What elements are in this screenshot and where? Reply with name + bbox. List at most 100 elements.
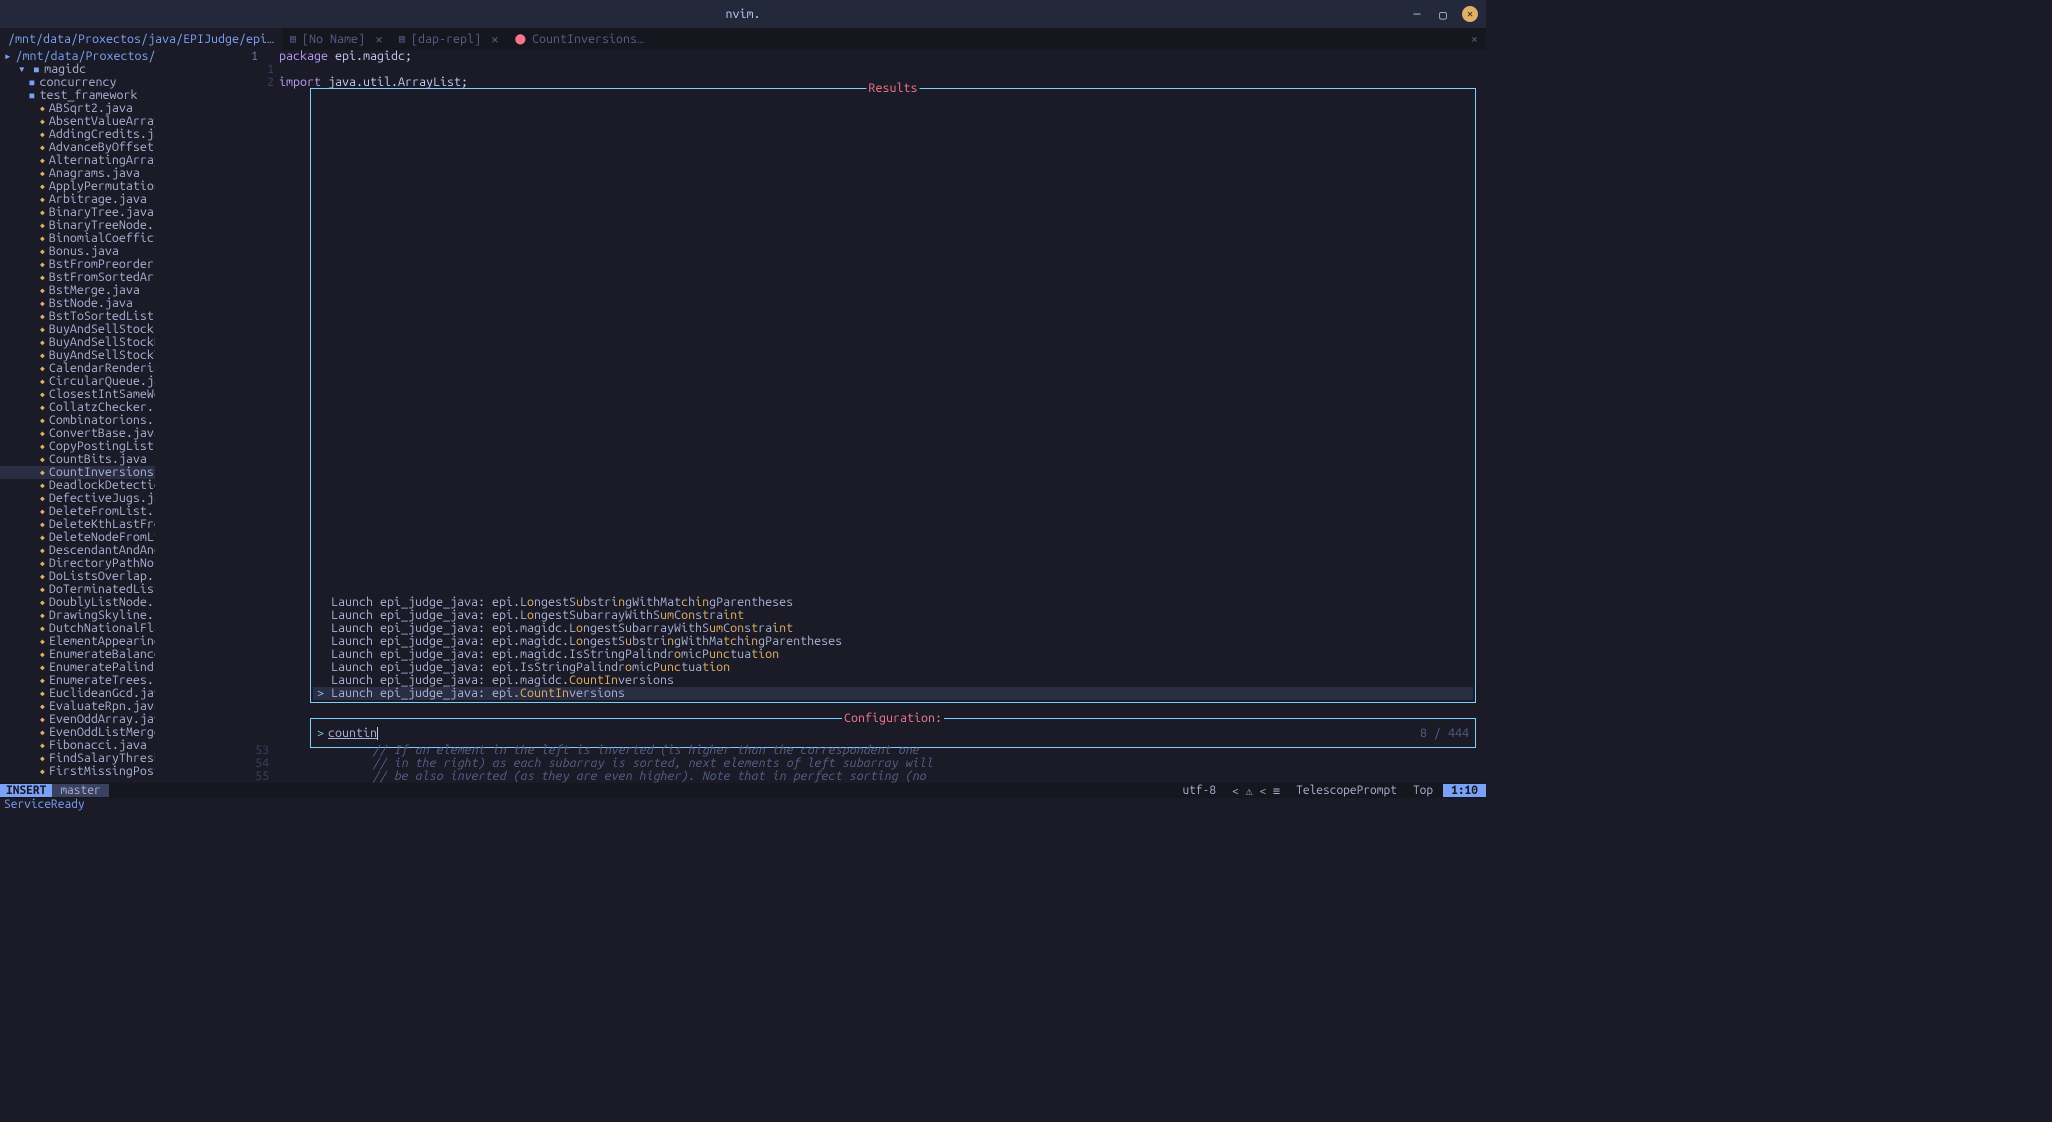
file-name: Arbitrage.java [49,193,147,206]
tree-file[interactable]: ◆BstToSortedList.ja [0,310,155,323]
tree-file[interactable]: ◆FindSalaryThreshold.java [0,752,155,765]
tab-noname[interactable]: ▤ [No Name] × [282,28,391,50]
tab-overflow-close[interactable]: × [1471,32,1486,46]
tree-file[interactable]: ◆DoListsOverlap.jav [0,570,155,583]
tree-file[interactable]: ◆EnumerateTrees.jav [0,674,155,687]
tree-file[interactable]: ◆BuyAndSellStockTwi [0,349,155,362]
tree-file[interactable]: ◆BstMerge.java [0,284,155,297]
telescope-results[interactable]: Results Launch epi_judge_java: epi.Longe… [310,88,1476,703]
result-item[interactable]: Launch epi_judge_java: epi.IsStringPalin… [313,661,1473,674]
tree-file[interactable]: ◆DoTerminatedListsO [0,583,155,596]
tree-file[interactable]: ◆BstFromSortedArray [0,271,155,284]
result-item[interactable]: Launch epi_judge_java: epi.magidc.Longes… [313,622,1473,635]
tree-file[interactable]: ◆DutchNationalFlag. [0,622,155,635]
java-file-icon: ◆ [40,570,45,583]
tree-file[interactable]: ◆BinaryTree.java [0,206,155,219]
tree-file[interactable]: ◆BuyAndSellStockKTi [0,336,155,349]
tree-file[interactable]: ◆ElementAppearingOn [0,635,155,648]
tree-file[interactable]: ◆CollatzChecker.jav [0,401,155,414]
tree-file[interactable]: ◆DefectiveJugs.java [0,492,155,505]
result-count: 8 / 444 [1420,726,1469,740]
tree-file[interactable]: ◆EvenOddArray.java [0,713,155,726]
result-item[interactable]: Launch epi_judge_java: epi.magidc.Longes… [313,635,1473,648]
close-icon[interactable]: ✕ [1462,6,1478,22]
result-item[interactable]: Launch epi_judge_java: epi.LongestSubstr… [313,596,1473,609]
tree-file[interactable]: ◆BstFromPreorder.ja [0,258,155,271]
file-name: EvenOddListMerge.j [49,726,155,739]
tab-active[interactable]: /mnt/data/Proxectos/java/EPIJudge/epi… [0,28,282,50]
tree-file[interactable]: ◆AlternatingArray.j [0,154,155,167]
tree-file[interactable]: ◆EuclideanGcd.java [0,687,155,700]
tree-file[interactable]: ◆AdvanceByOffsets.j [0,141,155,154]
code-line: package epi.magidc; [279,50,468,63]
tree-file[interactable]: ◆Anagrams.java [0,167,155,180]
file-name: BstFromPreorder.ja [49,258,155,271]
tree-file[interactable]: ◆Combinatorions.jav [0,414,155,427]
tree-folder[interactable]: ▪ concurrency [0,76,155,89]
tree-file[interactable]: ◆CircularQueue.java [0,375,155,388]
tree-file[interactable]: ◆ConvertBase.java [0,427,155,440]
java-file-icon: ◆ [40,700,45,713]
tab-countinv[interactable]: ⬤ CountInversions… [507,28,652,50]
prompt-input[interactable]: countin [328,726,377,740]
editor[interactable]: 1 1 2 package epi.magidc; import java.ut… [155,50,1486,783]
tree-folder[interactable]: ▾ ▪ magidc [0,63,155,76]
tree-file[interactable]: ◆DeleteNodeFromList [0,531,155,544]
tree-file[interactable]: ◆DirectoryPathNorma [0,557,155,570]
java-file-icon: ◆ [40,622,45,635]
tree-file[interactable]: ◆DeleteKthLastFromL [0,518,155,531]
java-icon: ⬤ [515,33,526,45]
close-icon[interactable]: × [375,31,383,47]
java-file-icon: ◆ [40,271,45,284]
tree-file[interactable]: ◆BinomialCoefficien [0,232,155,245]
tree-file[interactable]: ◆DrawingSkyline.jav [0,609,155,622]
result-item[interactable]: > Launch epi_judge_java: epi.CountInvers… [313,687,1473,700]
java-file-icon: ◆ [40,427,45,440]
file-name: BstNode.java [49,297,133,310]
tree-file[interactable]: ◆BstNode.java [0,297,155,310]
file-name: ApplyPermutation.j [49,180,155,193]
tree-file[interactable]: ◆Fibonacci.java [0,739,155,752]
file-name: EvenOddArray.java [49,713,155,726]
tree-file[interactable]: ◆EvaluateRpn.java [0,700,155,713]
java-file-icon: ◆ [40,323,45,336]
tree-root[interactable]: ▸ /mnt/data/Proxectos/java/EPIJudge/epi [0,50,155,63]
file-name: DeadlockDetection. [49,479,155,492]
tree-folder[interactable]: ▪ test_framework [0,89,155,102]
file-name: EnumerateTrees.jav [49,674,155,687]
tree-file[interactable]: ◆EvenOddListMerge.j [0,726,155,739]
line-number: 55 [255,770,269,783]
tree-file[interactable]: ◆DoublyListNode.jav [0,596,155,609]
tree-file[interactable]: ◆CopyPostingList.ja [0,440,155,453]
tree-file[interactable]: ◆BuyAndSellStock.ja [0,323,155,336]
file-tree[interactable]: ▸ /mnt/data/Proxectos/java/EPIJudge/epi … [0,50,155,783]
tree-file[interactable]: ◆ApplyPermutation.j [0,180,155,193]
code-line: import java.util.ArrayList; [279,76,468,89]
result-item[interactable]: Launch epi_judge_java: epi.LongestSubarr… [313,609,1473,622]
file-name: CountBits.java [49,453,147,466]
tree-file[interactable]: ◆ClosestIntSameWeig [0,388,155,401]
tree-file[interactable]: ◆BinaryTreeNode.jav [0,219,155,232]
tree-file[interactable]: ◆CountInversions.ja [0,466,155,479]
tree-file[interactable]: ◆FirstMissingPositiveEntry.java [0,765,155,778]
tree-file[interactable]: ◆DeadlockDetection. [0,479,155,492]
tree-file[interactable]: ◆CountBits.java [0,453,155,466]
tree-file[interactable]: ◆AddingCredits.java [0,128,155,141]
maximize-icon[interactable]: ▢ [1436,7,1450,21]
tree-file[interactable]: ◆EnumeratePalindrom [0,661,155,674]
tree-file[interactable]: ◆EnumerateBalancedP [0,648,155,661]
tree-file[interactable]: ◆ABSqrt2.java [0,102,155,115]
minimize-icon[interactable]: — [1410,7,1424,21]
tree-file[interactable]: ◆DescendantAndAnces [0,544,155,557]
file-name: BuyAndSellStockKTi [49,336,155,349]
java-file-icon: ◆ [40,232,45,245]
tab-daprepl[interactable]: ▤ [dap-repl] × [391,28,507,50]
tree-file[interactable]: ◆Arbitrage.java [0,193,155,206]
result-item[interactable]: Launch epi_judge_java: epi.magidc.IsStri… [313,648,1473,661]
tree-file[interactable]: ◆Bonus.java [0,245,155,258]
tree-file[interactable]: ◆DeleteFromList.jav [0,505,155,518]
result-item[interactable]: Launch epi_judge_java: epi.magidc.CountI… [313,674,1473,687]
close-icon[interactable]: × [491,31,499,47]
tree-file[interactable]: ◆AbsentValueArray.j [0,115,155,128]
tree-file[interactable]: ◆CalendarRendering. [0,362,155,375]
